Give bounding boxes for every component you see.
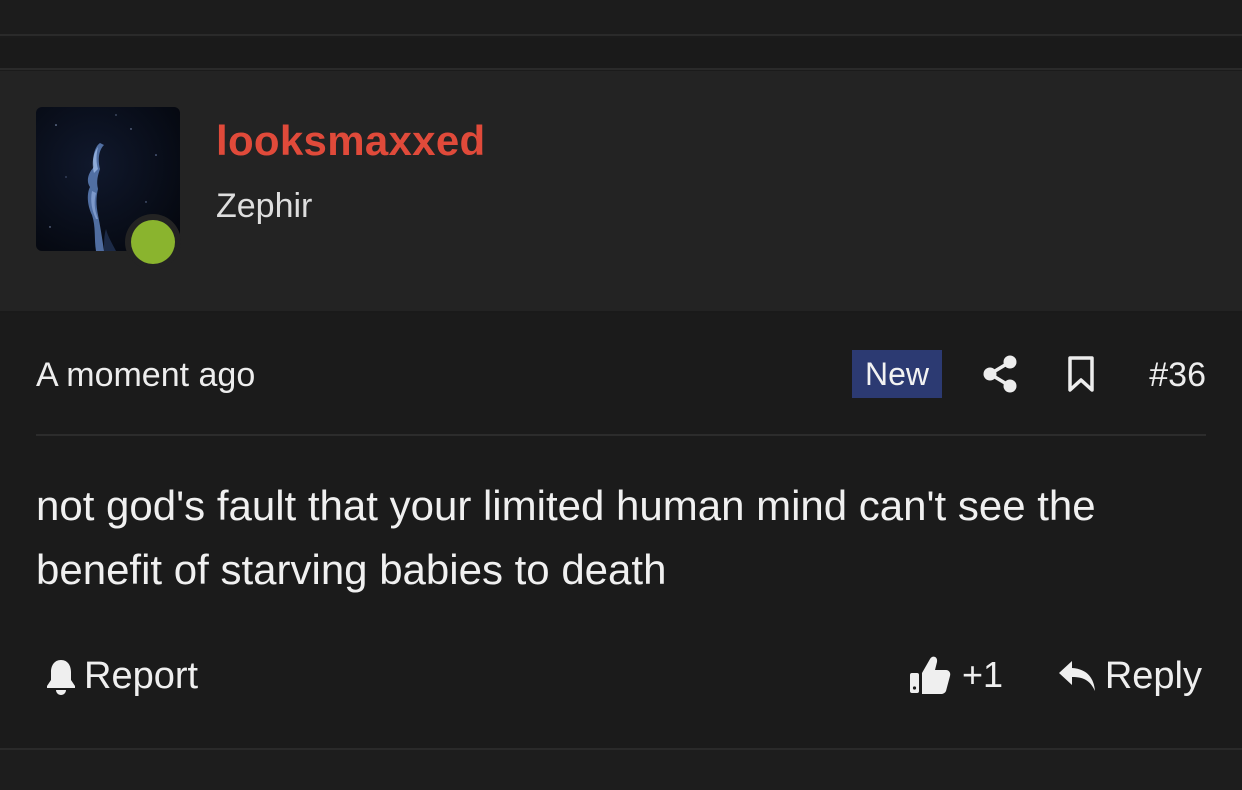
- new-badge: New: [852, 350, 942, 398]
- reply-arrow-icon: [1058, 661, 1095, 691]
- share-icon[interactable]: [982, 355, 1018, 393]
- report-button[interactable]: Report: [44, 654, 198, 698]
- like-count: +1: [962, 654, 1004, 695]
- meta-divider: [36, 434, 1206, 436]
- online-status-indicator: [125, 214, 181, 270]
- previous-post-footer: [0, 0, 1242, 36]
- post-actions: Report +1 Reply: [36, 650, 1206, 700]
- post-meta: A moment ago New #36: [36, 350, 1206, 398]
- post-body: A moment ago New #36 not god's fault tha…: [0, 314, 1242, 750]
- post-date[interactable]: A moment ago: [36, 356, 255, 395]
- bell-icon: [47, 660, 75, 695]
- report-label: Report: [84, 654, 199, 697]
- bookmark-icon[interactable]: [1066, 356, 1096, 392]
- post-message: not god's fault that your limited human …: [36, 482, 1096, 593]
- like-button[interactable]: +1: [908, 652, 1003, 698]
- post-number-link[interactable]: #36: [1149, 356, 1206, 395]
- next-post-gap: [0, 750, 1242, 790]
- author-title: Zephir: [216, 187, 313, 225]
- author-username[interactable]: looksmaxxed: [216, 117, 485, 165]
- post-user-header: looksmaxxed Zephir: [0, 71, 1242, 387]
- thumbs-up-icon: [910, 656, 951, 694]
- reply-button[interactable]: Reply: [1057, 654, 1202, 698]
- reply-label: Reply: [1104, 654, 1202, 697]
- post-separator: [0, 38, 1242, 70]
